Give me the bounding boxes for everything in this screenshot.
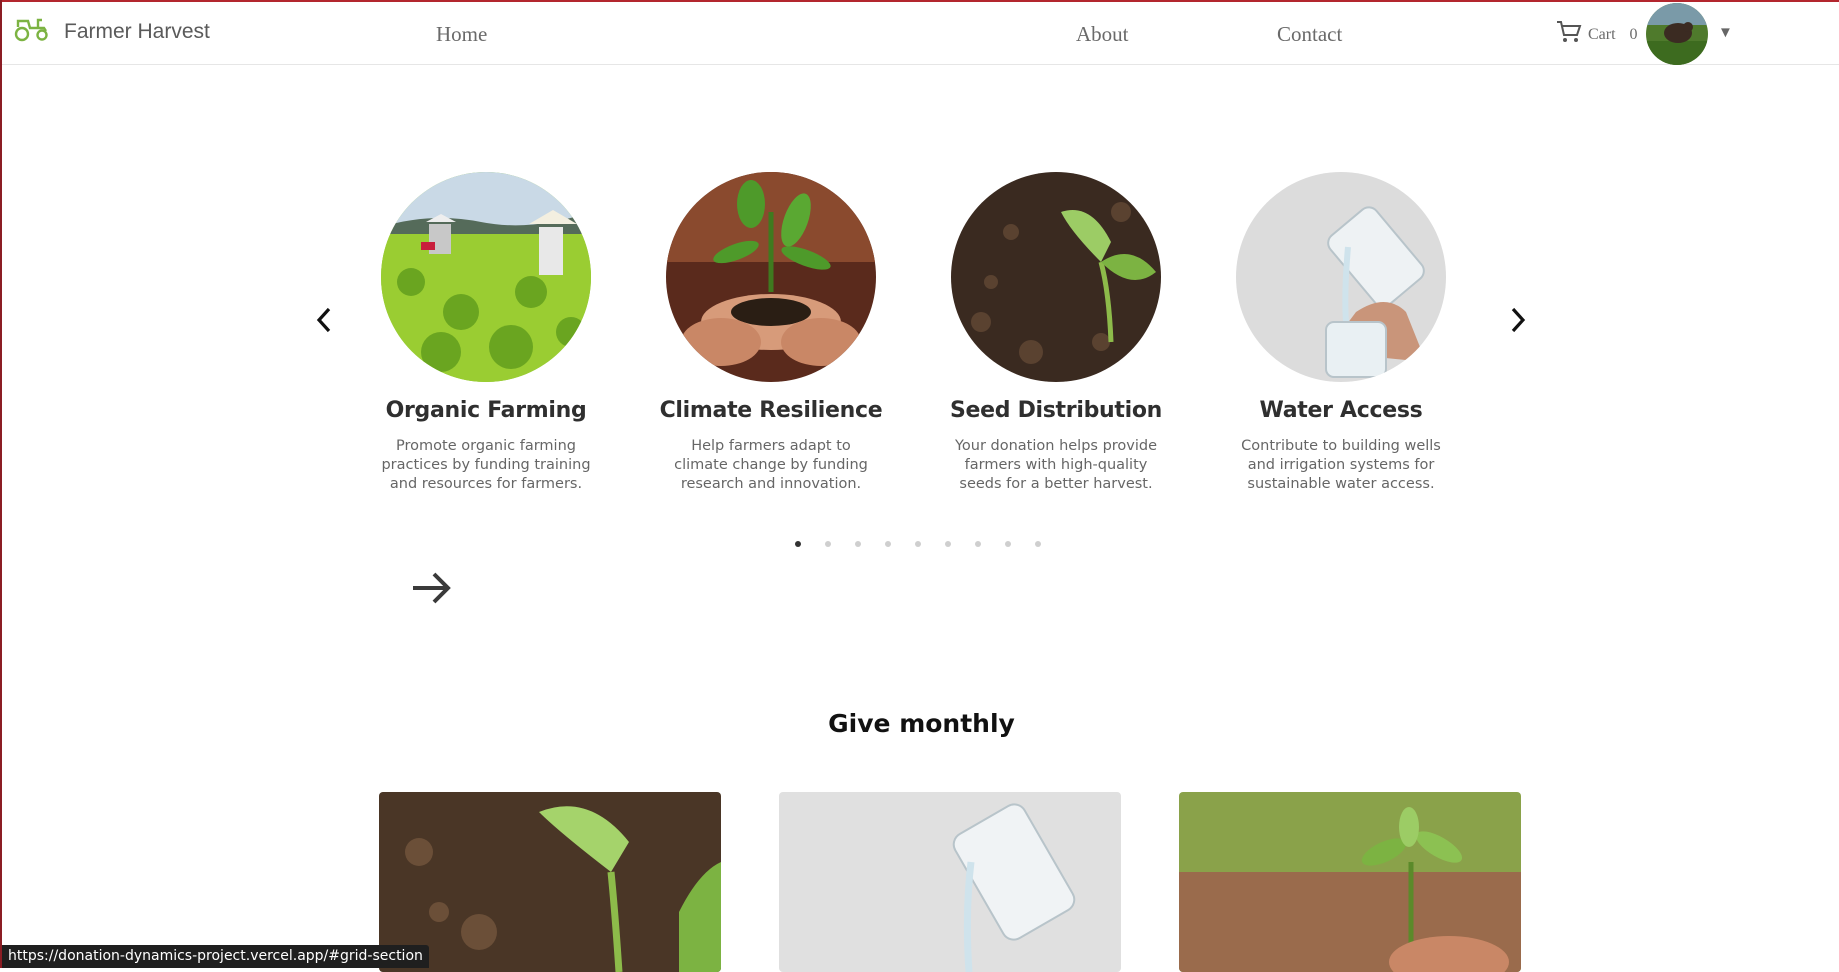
tractor-icon <box>14 16 50 47</box>
card-title: Climate Resilience <box>659 398 883 423</box>
card-description: Your donation helps provide farmers with… <box>954 438 1158 492</box>
carousel-dots <box>795 541 1065 547</box>
caret-down-icon[interactable]: ▼ <box>1718 24 1733 41</box>
nav-about[interactable]: About <box>1076 22 1129 47</box>
carousel-card-water-access[interactable]: Water Access Contribute to building well… <box>1211 172 1471 494</box>
status-bar-url: https://donation-dynamics-project.vercel… <box>2 945 429 968</box>
cart-label: Cart <box>1588 25 1616 43</box>
carousel-card-seed-distribution[interactable]: Seed Distribution Your donation helps pr… <box>926 172 1186 494</box>
card-title: Seed Distribution <box>949 398 1163 423</box>
section-title: Give monthly <box>828 709 1015 738</box>
carousel-next-button[interactable] <box>1498 302 1538 342</box>
carousel-dot[interactable] <box>915 541 921 547</box>
carousel-dot[interactable] <box>885 541 891 547</box>
carousel-dot[interactable] <box>795 541 801 547</box>
nav-contact[interactable]: Contact <box>1277 22 1342 47</box>
cart-button[interactable]: Cart 0 <box>1556 20 1638 49</box>
grid-card-plant[interactable] <box>1179 792 1521 972</box>
card-title: Organic Farming <box>385 398 587 423</box>
carousel-dot[interactable] <box>855 541 861 547</box>
carousel-dot[interactable] <box>825 541 831 547</box>
cart-icon <box>1556 20 1582 49</box>
carousel-prev-button[interactable] <box>304 302 344 342</box>
carousel-dot[interactable] <box>945 541 951 547</box>
nav-home[interactable]: Home <box>436 22 487 47</box>
carousel-dot[interactable] <box>1035 541 1041 547</box>
water-access-image <box>1236 172 1446 382</box>
grid-card-water[interactable] <box>779 792 1121 972</box>
climate-resilience-image <box>666 172 876 382</box>
brand-name: Farmer Harvest <box>64 19 210 43</box>
carousel-dot[interactable] <box>1005 541 1011 547</box>
carousel-card-climate-resilience[interactable]: Climate Resilience Help farmers adapt to… <box>641 172 901 494</box>
chevron-right-icon <box>1508 306 1528 339</box>
card-description: Contribute to building wells and irrigat… <box>1241 438 1441 492</box>
chevron-left-icon <box>314 306 334 339</box>
grid-card-seedling[interactable] <box>379 792 721 972</box>
seed-distribution-image <box>951 172 1161 382</box>
carousel-card-organic-farming[interactable]: Organic Farming Promote organic farming … <box>356 172 616 494</box>
avatar[interactable] <box>1646 3 1708 65</box>
card-description: Help farmers adapt to climate change by … <box>674 438 868 492</box>
card-description: Promote organic farming practices by fun… <box>381 438 591 492</box>
brand-logo[interactable]: Farmer Harvest <box>14 16 210 47</box>
organic-farming-image <box>381 172 591 382</box>
navbar: Farmer Harvest Home About Contact Cart 0… <box>2 2 1839 65</box>
carousel-dot[interactable] <box>975 541 981 547</box>
card-title: Water Access <box>1259 398 1423 423</box>
cart-count: 0 <box>1629 25 1638 43</box>
arrow-right-icon[interactable] <box>410 568 454 613</box>
